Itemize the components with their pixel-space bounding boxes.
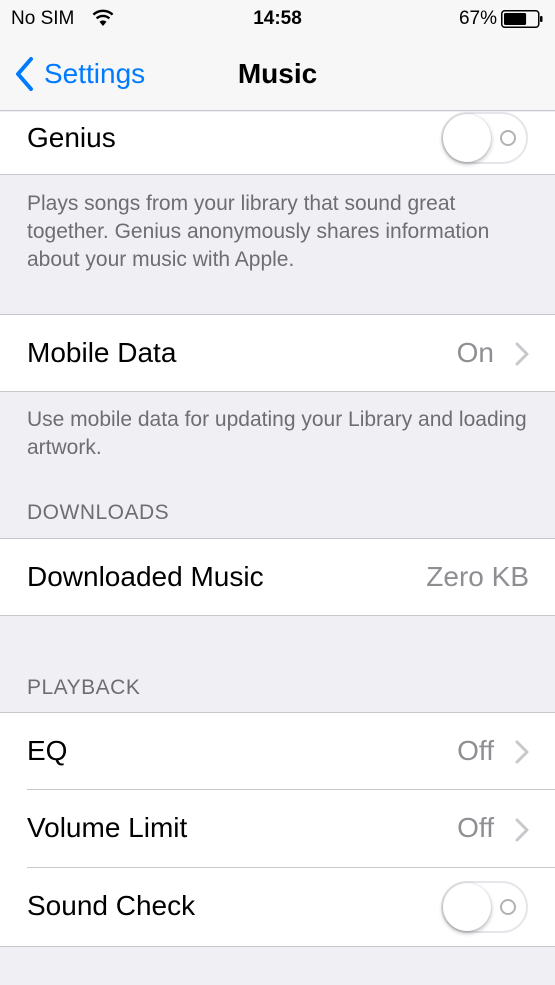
eq-cell[interactable]: EQ Off xyxy=(0,713,555,790)
mobile-data-value: On xyxy=(456,337,494,368)
status-bar: No SIM 14:58 67% xyxy=(0,0,555,38)
chevron-right-icon xyxy=(515,818,529,842)
sound-check-cell: Sound Check xyxy=(0,868,555,946)
mobile-data-footer: Use mobile data for updating your Librar… xyxy=(27,408,527,459)
mobile-data-cell[interactable]: Mobile Data On xyxy=(0,315,555,391)
toggle-knob xyxy=(443,883,491,931)
navigation-bar: Settings Music xyxy=(0,38,555,111)
battery-percent: 67% xyxy=(458,8,497,29)
sound-check-toggle[interactable] xyxy=(441,881,528,933)
sound-check-label: Sound Check xyxy=(27,890,196,921)
toggle-off-indicator-icon xyxy=(500,899,516,915)
eq-value: Off xyxy=(457,735,494,766)
volume-limit-label: Volume Limit xyxy=(27,812,188,843)
downloaded-music-label: Downloaded Music xyxy=(27,561,264,592)
downloaded-music-cell[interactable]: Downloaded Music Zero KB xyxy=(0,539,555,615)
volume-limit-value: Off xyxy=(457,812,494,843)
divider xyxy=(0,946,555,947)
volume-limit-cell[interactable]: Volume Limit Off xyxy=(0,790,555,868)
genius-label: Genius xyxy=(27,122,116,153)
toggle-off-indicator-icon xyxy=(500,130,516,146)
divider xyxy=(0,615,555,616)
genius-cell: Genius xyxy=(0,112,555,175)
mobile-data-label: Mobile Data xyxy=(27,337,177,368)
downloaded-music-value: Zero KB xyxy=(426,561,529,592)
genius-toggle[interactable] xyxy=(441,112,528,164)
playback-header: PLAYBACK xyxy=(27,676,141,699)
downloads-header: DOWNLOADS xyxy=(27,501,170,524)
eq-label: EQ xyxy=(27,735,68,766)
divider xyxy=(0,174,555,175)
page-title: Music xyxy=(237,58,318,89)
divider xyxy=(0,391,555,392)
chevron-right-icon xyxy=(515,342,529,366)
chevron-right-icon xyxy=(515,740,529,764)
battery-icon xyxy=(501,10,543,28)
toggle-knob xyxy=(443,114,491,162)
genius-footer: Plays songs from your library that sound… xyxy=(27,192,490,271)
